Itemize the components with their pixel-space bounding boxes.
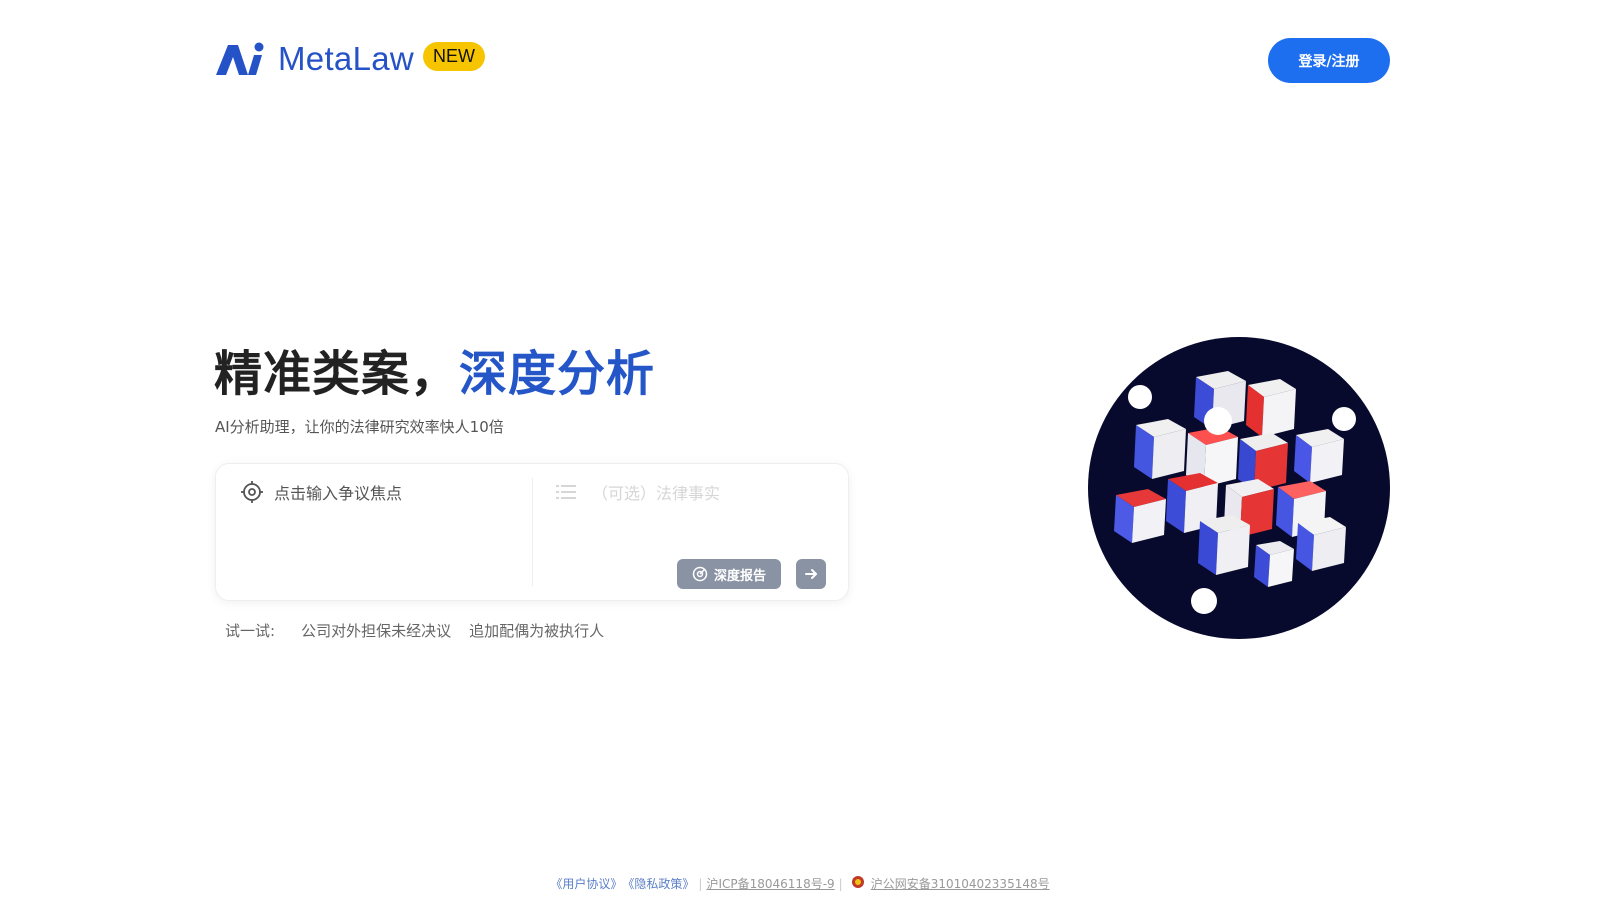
police-badge-icon (851, 875, 864, 888)
example-chip[interactable]: 公司对外担保未经决议 (301, 620, 451, 641)
page: MetaLaw NEW 登录/注册 精准类案，深度分析 AI分析助理，让你的法律… (0, 0, 1600, 900)
icp-link[interactable]: 沪ICP备18046118号-9 (706, 875, 834, 892)
login-register-button[interactable]: 登录/注册 (1268, 38, 1390, 83)
footer: 《用户协议》 《隐私政策》 | 沪ICP备18046118号-9 | 沪公网安备… (0, 875, 1600, 892)
page-subtitle: AI分析助理，让你的法律研究效率快人10倍 (215, 418, 504, 436)
target-icon (241, 481, 263, 503)
page-title: 精准类案，深度分析 (214, 334, 655, 404)
report-icon (692, 566, 708, 582)
submit-button[interactable] (796, 559, 826, 589)
title-part-2: 深度分析 (459, 346, 656, 402)
example-chip[interactable]: 追加配偶为被执行人 (469, 620, 604, 641)
facts-input[interactable]: （可选）法律事实 (554, 480, 720, 504)
new-badge: NEW (423, 41, 486, 71)
brand-name: MetaLaw (278, 40, 415, 77)
user-agreement-link[interactable]: 《用户协议》 (550, 875, 622, 892)
deep-report-button[interactable]: 深度报告 (677, 559, 781, 589)
arrow-right-icon (805, 569, 817, 579)
try-examples: 试一试: 公司对外担保未经决议 追加配偶为被执行人 (225, 620, 622, 641)
title-part-1: 精准类案， (214, 346, 460, 402)
field-divider (532, 478, 533, 586)
police-record-link[interactable]: 沪公网安备31010402335148号 (871, 875, 1050, 892)
deep-report-label: 深度报告 (713, 568, 766, 584)
cubes-illustration (1088, 337, 1390, 639)
privacy-policy-link[interactable]: 《隐私政策》 (622, 875, 694, 892)
footer-separator: | (698, 876, 703, 891)
issue-placeholder: 点击输入争议焦点 (274, 484, 403, 503)
logo[interactable]: MetaLaw NEW (214, 40, 486, 78)
query-card: 点击输入争议焦点 （可选）法律事实 深度报告 (215, 463, 849, 601)
issue-input[interactable]: 点击输入争议焦点 (240, 480, 402, 504)
facts-placeholder: （可选）法律事实 (592, 484, 721, 503)
try-label: 试一试: (225, 622, 276, 640)
footer-separator: | (838, 876, 843, 891)
list-icon (556, 485, 576, 499)
metalaw-logo-icon (216, 42, 264, 75)
